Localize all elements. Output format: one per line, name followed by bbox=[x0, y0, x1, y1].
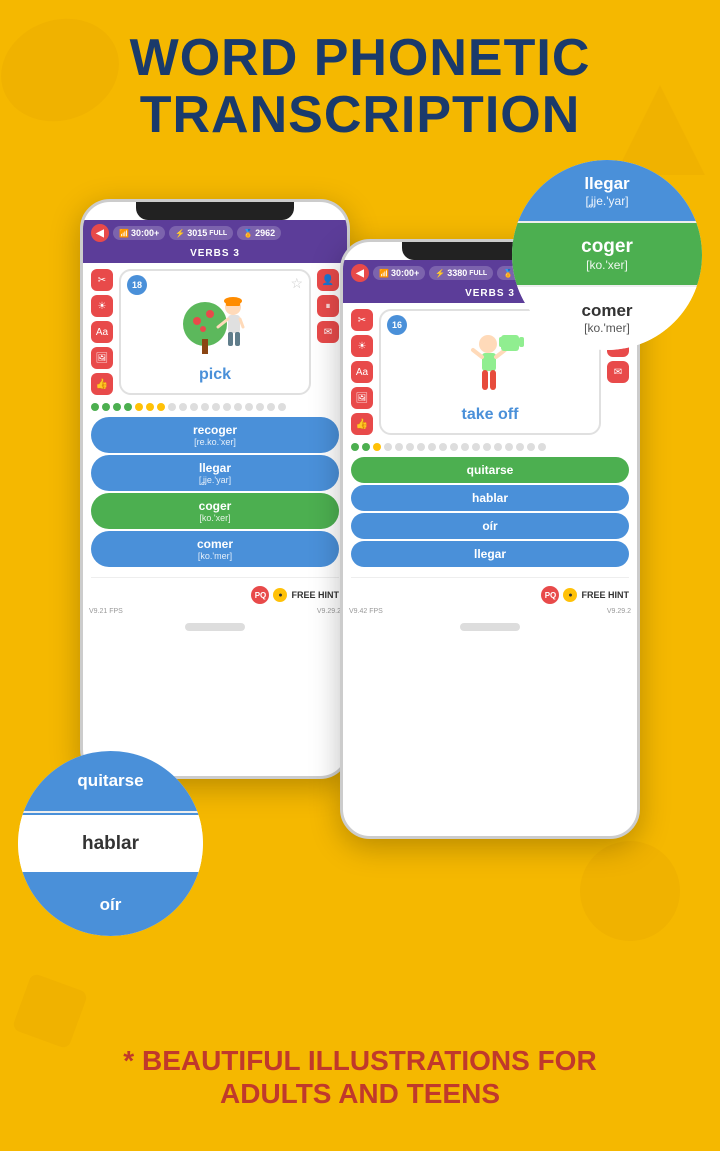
header-section: WORD PHONETIC TRANSCRIPTION bbox=[0, 0, 720, 159]
hint-text-left[interactable]: FREE HINT bbox=[291, 590, 339, 600]
answer-btn-4-left[interactable]: comer [ko.'mer] bbox=[91, 531, 339, 567]
icon-image[interactable]: 🖼 bbox=[91, 347, 113, 369]
status-label-left: VERBS 3 bbox=[83, 246, 347, 263]
home-btn-left[interactable] bbox=[185, 623, 245, 631]
footer-line2: ADULTS AND TEENS bbox=[30, 1077, 690, 1111]
card-star-left[interactable]: ☆ bbox=[290, 275, 303, 292]
back-button-left[interactable]: ◀ bbox=[91, 224, 109, 242]
card-word-left: pick bbox=[199, 366, 231, 384]
back-button-right[interactable]: ◀ bbox=[351, 264, 369, 282]
status-wifi-right: 📶 30:00+ bbox=[373, 266, 425, 280]
progress-dots-right bbox=[343, 441, 637, 455]
home-btn-right[interactable] bbox=[460, 623, 520, 631]
hint-logo-right: PQ bbox=[541, 586, 559, 604]
icon-image-r[interactable]: 🖼 bbox=[351, 387, 373, 409]
side-icons-right: ✂ ☀ Aa 🖼 👍 bbox=[351, 309, 373, 435]
flash-card-area-left: ✂ ☀ Aa 🖼 👍 18 ☆ bbox=[83, 263, 347, 401]
footer-line1: * BEAUTIFUL ILLUSTRATIONS FOR bbox=[30, 1044, 690, 1078]
callout-word-llegar: llegar bbox=[584, 174, 629, 194]
header-title: WORD PHONETIC TRANSCRIPTION bbox=[20, 30, 700, 144]
callout-word-hablar: hablar bbox=[82, 833, 139, 855]
callout-word-quitarse: quitarse bbox=[77, 771, 143, 791]
hint-coin-right: ● bbox=[563, 588, 577, 602]
icon-scissors-r[interactable]: ✂ bbox=[351, 309, 373, 331]
card-number-right: 16 bbox=[387, 315, 407, 335]
icon-font[interactable]: Aa bbox=[91, 321, 113, 343]
right-icons-left: 👤 ⏸ ✉ bbox=[317, 269, 339, 395]
progress-dots-left bbox=[83, 401, 347, 415]
answer-btn-4-right[interactable]: llegar bbox=[351, 541, 629, 567]
card-word-right: take off bbox=[462, 406, 519, 424]
status-score-right: ⚡ 3380 FULL bbox=[429, 266, 493, 280]
icon-thumb-r[interactable]: 👍 bbox=[351, 413, 373, 435]
hint-bar-right: PQ ● FREE HINT bbox=[343, 582, 637, 608]
status-wifi-left: 📶 30:00+ bbox=[113, 226, 165, 240]
status-bar-left: ◀ 📶 30:00+ ⚡ 3015 FULL 🏅 2962 bbox=[83, 220, 347, 246]
answer-btn-3-left[interactable]: coger [ko.'xer] bbox=[91, 493, 339, 529]
answer-btn-3-right[interactable]: oír bbox=[351, 513, 629, 539]
status-coins-left: 🏅 2962 bbox=[237, 226, 281, 240]
callout-word-comer: comer bbox=[581, 301, 632, 321]
fps-right: V9.42 FPS V9.29.2 bbox=[343, 608, 637, 617]
hint-logo-left: PQ bbox=[251, 586, 269, 604]
hint-coin-left: ● bbox=[273, 588, 287, 602]
card-image-right bbox=[450, 327, 530, 402]
answer-btn-1-left[interactable]: recoger [re.ko.'xer] bbox=[91, 417, 339, 453]
flash-card-left: 18 ☆ bbox=[119, 269, 311, 395]
hint-bar-left: PQ ● FREE HINT bbox=[83, 582, 347, 608]
phone-notch-left bbox=[136, 202, 294, 220]
footer-section: * BEAUTIFUL ILLUSTRATIONS FOR ADULTS AND… bbox=[0, 1024, 720, 1141]
status-score-left: ⚡ 3015 FULL bbox=[169, 226, 233, 240]
answer-btn-2-right[interactable]: hablar bbox=[351, 485, 629, 511]
callout-word-coger: coger bbox=[581, 236, 633, 258]
icon-sun[interactable]: ☀ bbox=[91, 295, 113, 317]
phone-left: ◀ 📶 30:00+ ⚡ 3015 FULL 🏅 2962 VERBS 3 ✂ … bbox=[80, 199, 350, 779]
callout-word-oir: oír bbox=[100, 895, 122, 915]
card-image-left bbox=[175, 287, 255, 362]
callout-phonetic-comer: [ko.'mer] bbox=[584, 321, 630, 335]
icon-mail[interactable]: ✉ bbox=[317, 321, 339, 343]
icon-scissors[interactable]: ✂ bbox=[91, 269, 113, 291]
hint-text-right[interactable]: FREE HINT bbox=[581, 590, 629, 600]
side-icons-left: ✂ ☀ Aa 🖼 👍 bbox=[91, 269, 113, 395]
icon-person[interactable]: 👤 bbox=[317, 269, 339, 291]
callout-phonetic-llegar: [ʝje.'yar] bbox=[585, 194, 628, 208]
answer-btn-1-right[interactable]: quitarse bbox=[351, 457, 629, 483]
icon-mail-r[interactable]: ✉ bbox=[607, 361, 629, 383]
callout-circle-right: llegar [ʝje.'yar] coger [ko.'xer] comer … bbox=[512, 160, 702, 350]
answer-btn-2-left[interactable]: llegar [ʝje.'yar] bbox=[91, 455, 339, 491]
icon-thumb[interactable]: 👍 bbox=[91, 373, 113, 395]
card-number-left: 18 bbox=[127, 275, 147, 295]
callout-phonetic-coger: [ko.'xer] bbox=[586, 258, 628, 272]
callout-circle-left: quitarse hablar oír bbox=[18, 751, 203, 936]
icon-font-r[interactable]: Aa bbox=[351, 361, 373, 383]
icon-sun-r[interactable]: ☀ bbox=[351, 335, 373, 357]
fps-left: V9.21 FPS V9.29.2 bbox=[83, 608, 347, 617]
icon-pause[interactable]: ⏸ bbox=[317, 295, 339, 317]
